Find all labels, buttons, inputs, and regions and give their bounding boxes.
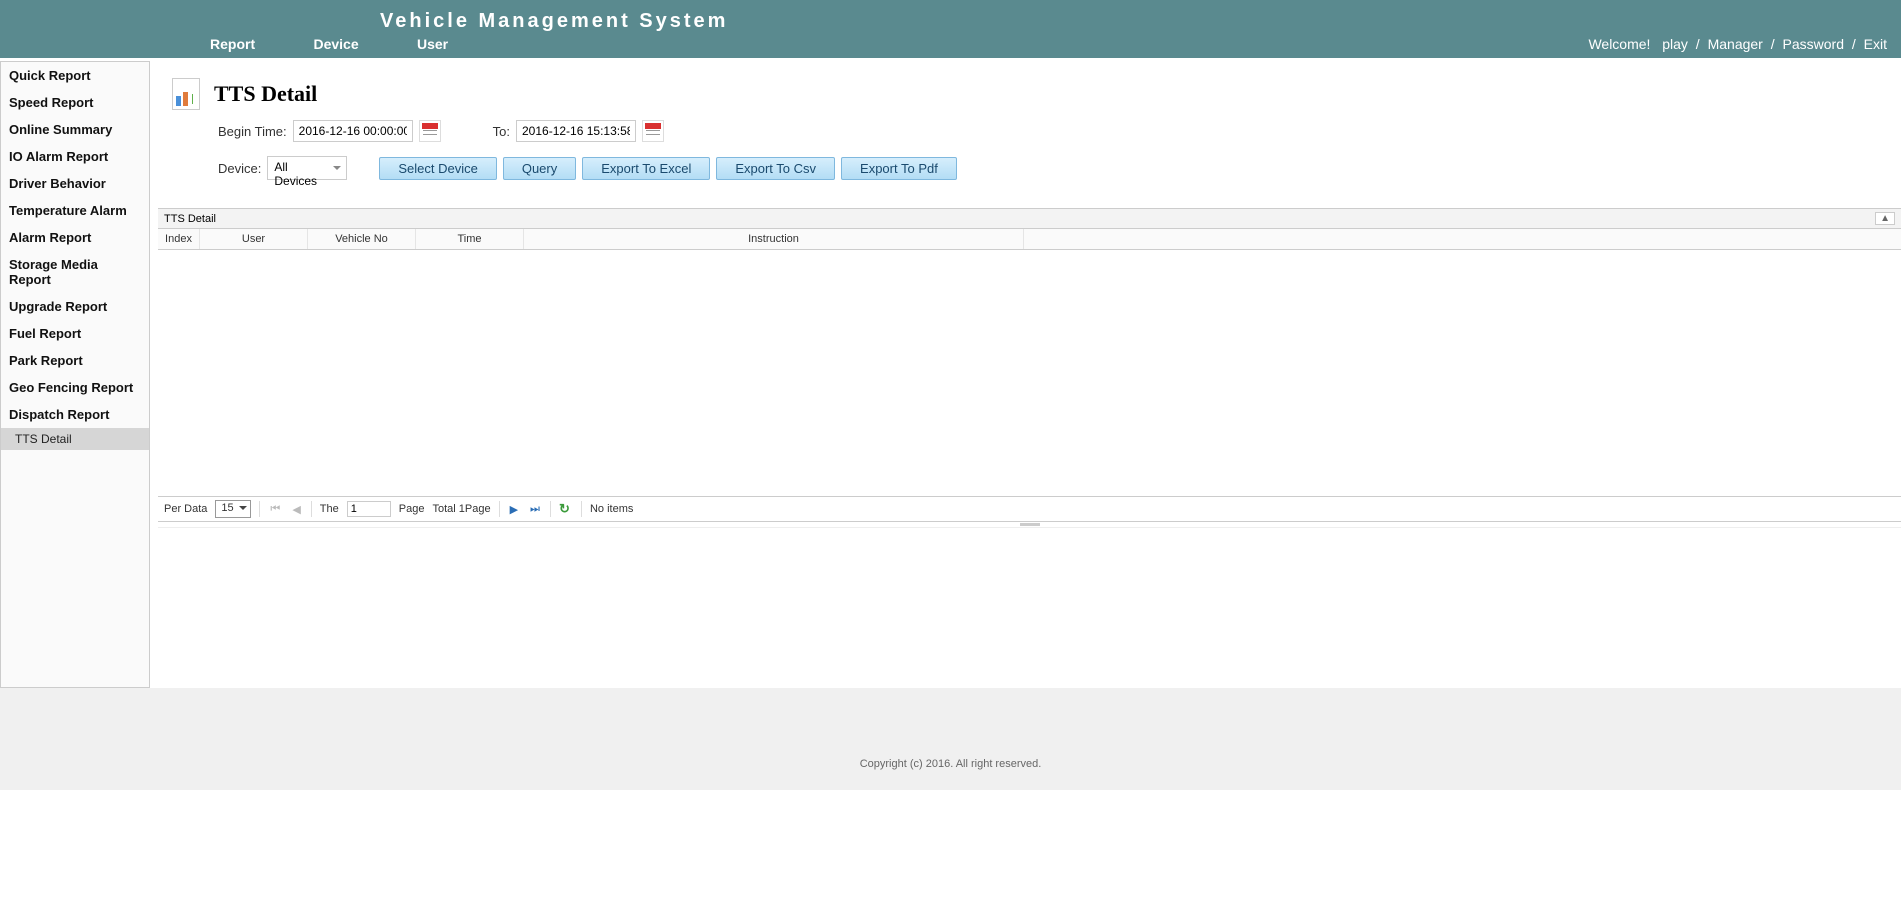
nav-report[interactable]: Report (210, 36, 255, 52)
sidebar-item-speed-report[interactable]: Speed Report (1, 89, 149, 116)
welcome-bar: Welcome! play / Manager / Password / Exi… (1588, 36, 1891, 52)
welcome-label: Welcome! (1588, 36, 1650, 52)
to-time-input[interactable] (516, 120, 636, 142)
last-page-icon[interactable]: ⏭ (528, 503, 542, 516)
calendar-icon[interactable] (419, 120, 441, 142)
col-instruction[interactable]: Instruction (524, 229, 1024, 249)
nav-device[interactable]: Device (313, 36, 358, 52)
sidebar-sub-tts-detail[interactable]: TTS Detail (1, 428, 149, 450)
copyright: Copyright (c) 2016. All right reserved. (0, 688, 1901, 790)
sidebar-item-park-report[interactable]: Park Report (1, 347, 149, 374)
refresh-icon[interactable] (559, 502, 573, 516)
sidebar: Quick Report Speed Report Online Summary… (0, 61, 150, 688)
resize-handle[interactable] (158, 522, 1901, 528)
col-index[interactable]: Index (158, 229, 200, 249)
query-button[interactable]: Query (503, 157, 576, 180)
the-label: The (320, 503, 339, 515)
export-excel-button[interactable]: Export To Excel (582, 157, 710, 180)
export-pdf-button[interactable]: Export To Pdf (841, 157, 957, 180)
col-time[interactable]: Time (416, 229, 524, 249)
top-nav: Report Device User (210, 36, 503, 52)
sidebar-item-alarm-report[interactable]: Alarm Report (1, 224, 149, 251)
sidebar-item-io-alarm-report[interactable]: IO Alarm Report (1, 143, 149, 170)
data-grid: TTS Detail ▲ Index User Vehicle No Time … (158, 208, 1901, 528)
page-label: Page (399, 503, 425, 515)
sidebar-item-geo-fencing-report[interactable]: Geo Fencing Report (1, 374, 149, 401)
nav-user[interactable]: User (417, 36, 448, 52)
pager-status: No items (590, 503, 633, 515)
calendar-icon[interactable] (642, 120, 664, 142)
report-icon (172, 78, 200, 110)
sidebar-item-quick-report[interactable]: Quick Report (1, 62, 149, 89)
app-title: Vehicle Management System (0, 0, 1901, 33)
next-page-icon[interactable]: ▶ (508, 503, 520, 516)
welcome-exit[interactable]: Exit (1864, 36, 1887, 52)
device-select[interactable]: All Devices (267, 156, 347, 180)
export-csv-button[interactable]: Export To Csv (716, 157, 835, 180)
sidebar-item-dispatch-report[interactable]: Dispatch Report (1, 401, 149, 428)
col-vehicle-no[interactable]: Vehicle No (308, 229, 416, 249)
select-device-button[interactable]: Select Device (379, 157, 496, 180)
sidebar-item-upgrade-report[interactable]: Upgrade Report (1, 293, 149, 320)
per-data-label: Per Data (164, 503, 207, 515)
main-content: TTS Detail Begin Time: To: Device: All D… (150, 58, 1901, 688)
per-data-select[interactable]: 15 (215, 500, 251, 518)
sidebar-item-online-summary[interactable]: Online Summary (1, 116, 149, 143)
app-header: Vehicle Management System Report Device … (0, 0, 1901, 58)
welcome-password[interactable]: Password (1783, 36, 1844, 52)
grid-body (158, 250, 1901, 496)
filter-bar: Begin Time: To: Device: All Devices Sele… (158, 120, 1901, 208)
begin-time-input[interactable] (293, 120, 413, 142)
to-time-label: To: (493, 124, 510, 139)
welcome-username[interactable]: play (1662, 36, 1688, 52)
col-user[interactable]: User (200, 229, 308, 249)
welcome-manager[interactable]: Manager (1708, 36, 1763, 52)
page-title: TTS Detail (214, 81, 317, 107)
sidebar-item-driver-behavior[interactable]: Driver Behavior (1, 170, 149, 197)
collapse-icon[interactable]: ▲ (1875, 212, 1895, 225)
grid-title: TTS Detail (164, 213, 216, 225)
sidebar-item-temperature-alarm[interactable]: Temperature Alarm (1, 197, 149, 224)
grid-header-row: Index User Vehicle No Time Instruction (158, 229, 1901, 250)
device-label: Device: (218, 161, 261, 176)
sidebar-item-fuel-report[interactable]: Fuel Report (1, 320, 149, 347)
page-number-input[interactable] (347, 501, 391, 517)
sidebar-item-storage-media-report[interactable]: Storage Media Report (1, 251, 149, 293)
prev-page-icon[interactable]: ◀ (290, 503, 302, 516)
total-pages-label: Total 1Page (432, 503, 490, 515)
first-page-icon[interactable]: ⏮ (268, 503, 282, 516)
begin-time-label: Begin Time: (218, 124, 287, 139)
pager: Per Data 15 ⏮ ◀ The Page Total 1Page ▶ ⏭ (158, 496, 1901, 522)
